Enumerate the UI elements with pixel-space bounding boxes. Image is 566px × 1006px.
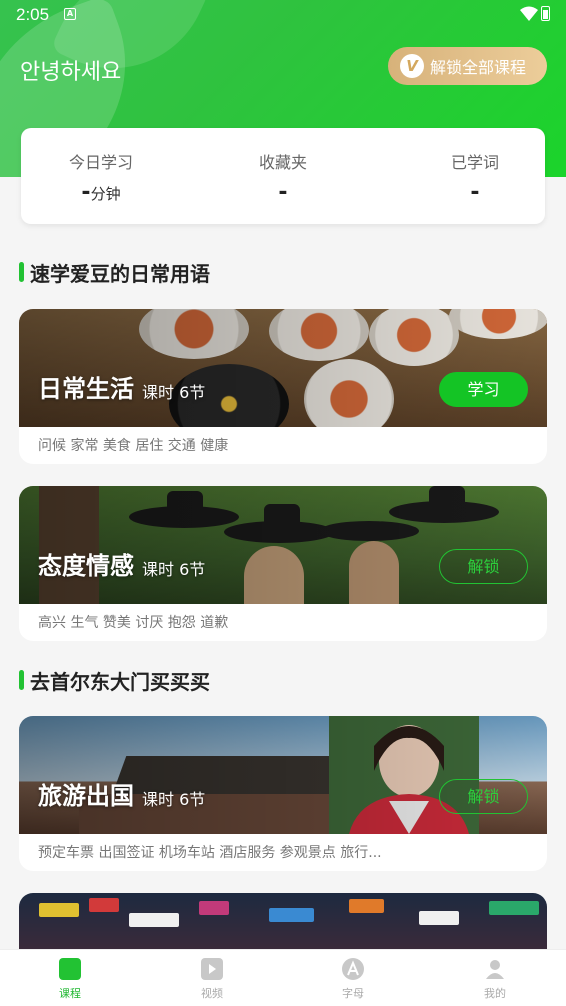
video-play-icon bbox=[201, 958, 223, 980]
unlock-all-courses-button[interactable]: V 解锁全部课程 bbox=[388, 47, 547, 85]
course-image bbox=[19, 309, 547, 427]
stat-value: - bbox=[278, 180, 288, 205]
stat-value: -分钟 bbox=[81, 180, 121, 205]
wifi-icon bbox=[520, 6, 538, 21]
tab-label: 视频 bbox=[201, 987, 223, 1000]
course-title: 旅游出国 bbox=[38, 782, 134, 810]
tab-profile[interactable]: 我的 bbox=[455, 958, 535, 1001]
course-card-attitude-emotion[interactable]: 态度情感 课时 6节 解锁 高兴 生气 赞美 讨厌 抱怨 道歉 bbox=[19, 486, 547, 641]
course-card-shopping[interactable] bbox=[19, 893, 547, 949]
course-title: 日常生活 bbox=[38, 375, 134, 403]
tab-videos[interactable]: 视频 bbox=[172, 958, 252, 1001]
course-lessons: 课时 6节 bbox=[142, 790, 206, 809]
tab-label: 字母 bbox=[342, 987, 364, 1000]
study-button[interactable]: 学习 bbox=[439, 372, 528, 407]
course-tags: 高兴 生气 赞美 讨厌 抱怨 道歉 bbox=[38, 615, 229, 631]
vip-icon: V bbox=[400, 54, 424, 78]
unlock-button[interactable]: 解锁 bbox=[439, 779, 528, 814]
section-title: 去首尔东大门买买买 bbox=[19, 666, 210, 695]
stat-label: 已学词 bbox=[450, 153, 499, 172]
battery-icon bbox=[541, 6, 550, 21]
tab-label: 我的 bbox=[484, 987, 506, 1000]
person-icon bbox=[484, 958, 506, 980]
stats-card: 今日学习 -分钟 收藏夹 - 已学词 - bbox=[21, 128, 545, 224]
stat-learned-words[interactable]: 已学词 - bbox=[415, 128, 535, 224]
course-image bbox=[19, 486, 547, 604]
greeting-text: 안녕하세요 bbox=[20, 60, 122, 85]
unlock-all-label: 解锁全部课程 bbox=[430, 58, 527, 77]
sim-icon: A bbox=[64, 8, 76, 20]
course-image bbox=[19, 893, 547, 949]
course-image bbox=[19, 716, 547, 834]
course-card-travel-abroad[interactable]: 旅游出国 课时 6节 解锁 预定车票 出国签证 机场车站 酒店服务 参观景点 旅… bbox=[19, 716, 547, 871]
alphabet-icon bbox=[342, 958, 364, 980]
tab-label: 课程 bbox=[59, 987, 81, 1000]
stat-label: 今日学习 bbox=[68, 153, 133, 172]
stat-value: - bbox=[470, 180, 480, 205]
tab-alphabet[interactable]: 字母 bbox=[313, 958, 393, 1001]
course-tags: 问候 家常 美食 居住 交通 健康 bbox=[38, 438, 229, 454]
stat-favorites[interactable]: 收藏夹 - bbox=[223, 128, 343, 224]
course-lessons: 课时 6节 bbox=[142, 383, 206, 402]
section-title: 速学爱豆的日常用语 bbox=[19, 258, 210, 287]
book-icon bbox=[59, 958, 81, 980]
stat-unit: 分钟 bbox=[90, 185, 121, 203]
status-bar: 2:05 A bbox=[0, 0, 566, 30]
stat-label: 收藏夹 bbox=[258, 153, 307, 172]
course-title: 态度情感 bbox=[38, 552, 134, 580]
course-lessons: 课时 6节 bbox=[142, 560, 206, 579]
status-time: 2:05 bbox=[16, 5, 50, 24]
tab-courses[interactable]: 课程 bbox=[30, 958, 110, 1001]
bottom-tab-bar: 课程 视频 字母 我的 bbox=[0, 949, 566, 1006]
unlock-button[interactable]: 解锁 bbox=[439, 549, 528, 584]
course-tags: 预定车票 出国签证 机场车站 酒店服务 参观景点 旅行... bbox=[38, 845, 382, 861]
course-card-daily-life[interactable]: 日常生活 课时 6节 学习 问候 家常 美食 居住 交通 健康 bbox=[19, 309, 547, 464]
stat-study-today[interactable]: 今日学习 -分钟 bbox=[41, 128, 161, 224]
